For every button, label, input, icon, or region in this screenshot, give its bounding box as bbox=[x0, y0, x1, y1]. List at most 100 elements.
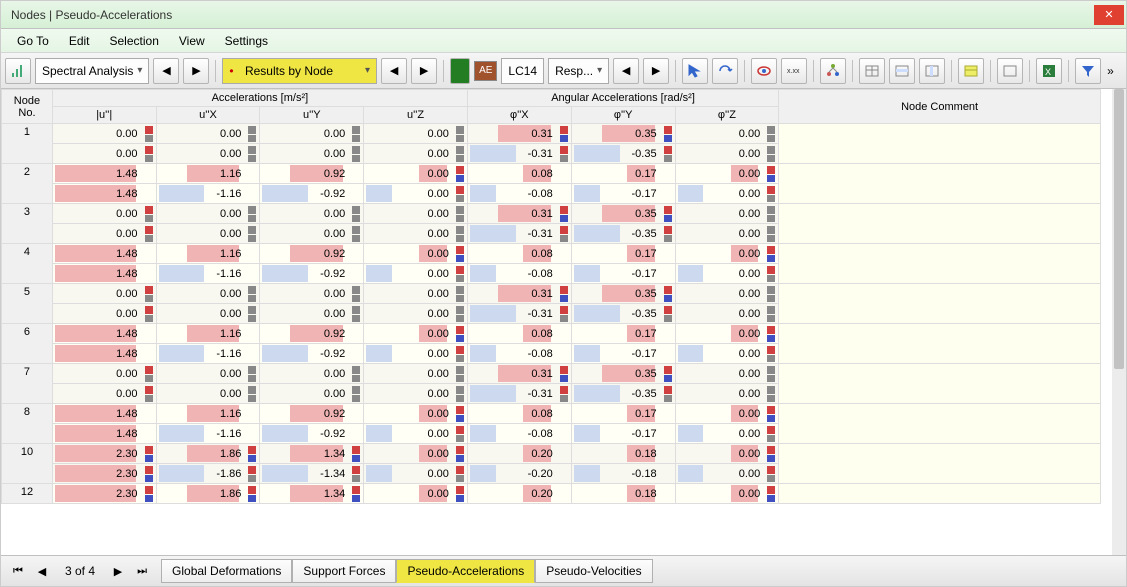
table-plain-icon[interactable] bbox=[997, 58, 1023, 84]
value-cell[interactable]: -1.16 bbox=[156, 424, 260, 444]
value-cell[interactable]: 0.00 bbox=[675, 224, 779, 244]
value-cell[interactable]: 0.00 bbox=[675, 244, 779, 264]
node-id-cell[interactable]: 4 bbox=[2, 244, 53, 284]
eye-icon[interactable] bbox=[751, 58, 777, 84]
table-icon[interactable] bbox=[859, 58, 885, 84]
value-cell[interactable]: -0.20 bbox=[467, 464, 571, 484]
value-cell[interactable]: -0.31 bbox=[467, 224, 571, 244]
value-cell[interactable]: 0.00 bbox=[364, 224, 468, 244]
value-cell[interactable]: -0.17 bbox=[571, 184, 675, 204]
value-cell[interactable]: 0.00 bbox=[675, 464, 779, 484]
col-header-phiz[interactable]: φ''Z bbox=[675, 107, 779, 124]
value-cell[interactable]: 0.92 bbox=[260, 404, 364, 424]
analysis-type-select[interactable]: Spectral Analysis▾ bbox=[35, 58, 149, 84]
comment-cell[interactable] bbox=[779, 404, 1101, 444]
value-cell[interactable]: 0.17 bbox=[571, 404, 675, 424]
value-cell[interactable]: -0.17 bbox=[571, 344, 675, 364]
node-id-cell[interactable]: 1 bbox=[2, 124, 53, 164]
value-cell[interactable]: -0.17 bbox=[571, 424, 675, 444]
prev-page-button[interactable]: ◀ bbox=[31, 560, 53, 582]
table-row[interactable]: 122.301.861.340.000.200.180.00 bbox=[2, 484, 1101, 504]
filter-icon[interactable] bbox=[1075, 58, 1101, 84]
last-page-button[interactable]: ⏭ bbox=[131, 560, 153, 582]
value-cell[interactable]: 1.34 bbox=[260, 444, 364, 464]
value-cell[interactable]: 0.00 bbox=[675, 304, 779, 324]
value-cell[interactable]: 0.00 bbox=[364, 184, 468, 204]
tab-global-deformations[interactable]: Global Deformations bbox=[161, 559, 292, 583]
value-cell[interactable]: 0.92 bbox=[260, 324, 364, 344]
value-cell[interactable]: -1.16 bbox=[156, 264, 260, 284]
loadcase-select[interactable]: LC14 bbox=[501, 58, 544, 84]
value-cell[interactable]: 0.00 bbox=[675, 264, 779, 284]
value-cell[interactable]: 0.00 bbox=[52, 304, 156, 324]
value-cell[interactable]: 0.20 bbox=[467, 484, 571, 504]
table-row[interactable]: 81.481.160.920.000.080.170.00 bbox=[2, 404, 1101, 424]
tree-icon[interactable] bbox=[820, 58, 846, 84]
value-cell[interactable]: -0.35 bbox=[571, 144, 675, 164]
value-cell[interactable]: 0.00 bbox=[364, 244, 468, 264]
col-header-uy[interactable]: u''Y bbox=[260, 107, 364, 124]
value-cell[interactable]: 0.00 bbox=[156, 144, 260, 164]
export-excel-icon[interactable]: X bbox=[1036, 58, 1062, 84]
table-row[interactable]: 70.000.000.000.000.310.350.00 bbox=[2, 364, 1101, 384]
value-cell[interactable]: 0.00 bbox=[364, 164, 468, 184]
nav-prev-button[interactable]: ◀ bbox=[153, 58, 179, 84]
value-cell[interactable]: 0.00 bbox=[52, 144, 156, 164]
comment-cell[interactable] bbox=[779, 204, 1101, 244]
value-cell[interactable]: 0.00 bbox=[675, 164, 779, 184]
value-cell[interactable]: -0.92 bbox=[260, 264, 364, 284]
value-cell[interactable]: 0.08 bbox=[467, 324, 571, 344]
value-cell[interactable]: 0.00 bbox=[364, 404, 468, 424]
value-cell[interactable]: 0.31 bbox=[467, 284, 571, 304]
nav-next-button[interactable]: ▶ bbox=[183, 58, 209, 84]
color-chip[interactable] bbox=[450, 58, 470, 84]
value-cell[interactable]: 0.35 bbox=[571, 124, 675, 144]
value-cell[interactable]: 1.86 bbox=[156, 444, 260, 464]
value-cell[interactable]: -0.31 bbox=[467, 384, 571, 404]
value-cell[interactable]: 1.48 bbox=[52, 404, 156, 424]
value-cell[interactable]: 0.17 bbox=[571, 244, 675, 264]
value-cell[interactable]: 0.00 bbox=[675, 424, 779, 444]
value-cell[interactable]: 1.16 bbox=[156, 244, 260, 264]
value-cell[interactable]: -0.08 bbox=[467, 264, 571, 284]
value-cell[interactable]: 1.48 bbox=[52, 244, 156, 264]
table-row[interactable]: 21.481.160.920.000.080.170.00 bbox=[2, 164, 1101, 184]
value-cell[interactable]: 0.00 bbox=[156, 204, 260, 224]
value-cell[interactable]: 1.16 bbox=[156, 164, 260, 184]
value-cell[interactable]: 0.00 bbox=[364, 204, 468, 224]
value-cell[interactable]: 0.31 bbox=[467, 204, 571, 224]
value-cell[interactable]: 0.00 bbox=[52, 124, 156, 144]
value-cell[interactable]: 0.31 bbox=[467, 124, 571, 144]
value-cell[interactable]: 0.00 bbox=[156, 364, 260, 384]
value-cell[interactable]: 0.08 bbox=[467, 244, 571, 264]
value-cell[interactable]: 0.00 bbox=[260, 364, 364, 384]
value-cell[interactable]: 0.20 bbox=[467, 444, 571, 464]
col-header-u[interactable]: |u''| bbox=[52, 107, 156, 124]
value-cell[interactable]: -0.92 bbox=[260, 344, 364, 364]
value-cell[interactable]: -0.08 bbox=[467, 344, 571, 364]
value-cell[interactable]: 2.30 bbox=[52, 444, 156, 464]
ae-chip[interactable]: AE bbox=[474, 61, 497, 81]
value-cell[interactable]: -0.35 bbox=[571, 224, 675, 244]
value-cell[interactable]: -0.31 bbox=[467, 144, 571, 164]
value-cell[interactable]: -1.16 bbox=[156, 184, 260, 204]
value-cell[interactable]: 0.00 bbox=[364, 344, 468, 364]
value-cell[interactable]: -1.34 bbox=[260, 464, 364, 484]
comment-cell[interactable] bbox=[779, 244, 1101, 284]
value-cell[interactable]: -1.86 bbox=[156, 464, 260, 484]
comment-cell[interactable] bbox=[779, 284, 1101, 324]
value-cell[interactable]: 0.17 bbox=[571, 164, 675, 184]
value-cell[interactable]: -0.92 bbox=[260, 184, 364, 204]
close-button[interactable]: ✕ bbox=[1094, 5, 1124, 25]
value-cell[interactable]: 0.00 bbox=[675, 404, 779, 424]
value-cell[interactable]: 0.00 bbox=[260, 304, 364, 324]
table-row[interactable]: 61.481.160.920.000.080.170.00 bbox=[2, 324, 1101, 344]
menu-edit[interactable]: Edit bbox=[59, 32, 100, 50]
value-cell[interactable]: 0.00 bbox=[52, 364, 156, 384]
node-id-cell[interactable]: 2 bbox=[2, 164, 53, 204]
value-cell[interactable]: 0.18 bbox=[571, 484, 675, 504]
comment-cell[interactable] bbox=[779, 484, 1101, 504]
table-row[interactable]: 41.481.160.920.000.080.170.00 bbox=[2, 244, 1101, 264]
value-cell[interactable]: 0.00 bbox=[156, 124, 260, 144]
value-cell[interactable]: 0.08 bbox=[467, 404, 571, 424]
